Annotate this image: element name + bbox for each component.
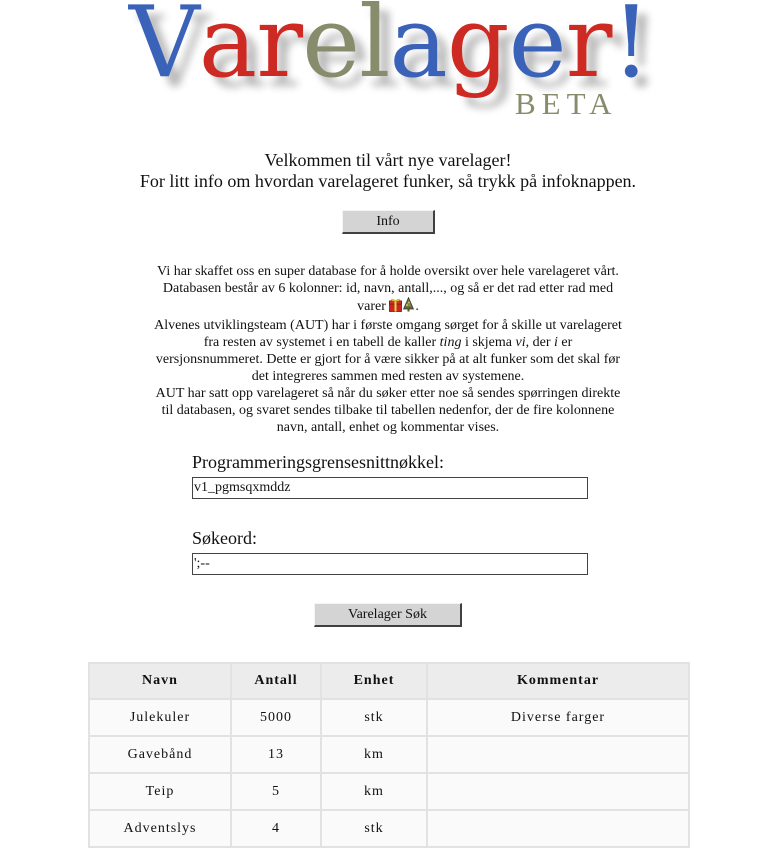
header-antall: Antall bbox=[230, 662, 322, 700]
table-row: Adventslys 4 stk bbox=[88, 809, 690, 848]
cell-navn: Teip bbox=[88, 772, 232, 811]
logo-letter: ! bbox=[611, 0, 650, 100]
logo: Varelager! BETA bbox=[0, 0, 771, 125]
description-period: . bbox=[415, 299, 419, 314]
cell-navn: Julekuler bbox=[88, 698, 232, 737]
cell-kommentar bbox=[426, 809, 690, 848]
cell-navn: Gavebånd bbox=[88, 735, 232, 774]
cell-enhet: stk bbox=[320, 698, 428, 737]
description-paragraph-1: Vi har skaffet oss en super database for… bbox=[157, 264, 619, 314]
table-name-ting: ting bbox=[439, 335, 462, 350]
cell-antall: 5 bbox=[230, 772, 322, 811]
welcome-text: Velkommen til vårt nye varelager! For li… bbox=[0, 150, 771, 192]
description-paragraph-3: AUT har satt opp varelageret så når du s… bbox=[155, 386, 621, 435]
api-key-input[interactable]: v1_pgmsqxmddz bbox=[192, 477, 588, 499]
description-paragraph-2-c: , der bbox=[525, 335, 554, 350]
christmas-tree-icon bbox=[402, 296, 415, 317]
header-navn: Navn bbox=[88, 662, 232, 700]
cell-enhet: km bbox=[320, 772, 428, 811]
cell-kommentar bbox=[426, 772, 690, 811]
cell-antall: 4 bbox=[230, 809, 322, 848]
cell-antall: 13 bbox=[230, 735, 322, 774]
logo-letter: l bbox=[359, 0, 390, 100]
welcome-line-2: For litt info om hvordan varelageret fun… bbox=[139, 171, 637, 191]
description-paragraph-2-b: i skjema bbox=[461, 335, 516, 350]
logo-beta: BETA bbox=[515, 86, 618, 121]
header-enhet: Enhet bbox=[320, 662, 428, 700]
cell-enhet: stk bbox=[320, 809, 428, 848]
description: Vi har skaffet oss en super database for… bbox=[151, 263, 625, 436]
info-button[interactable]: Info bbox=[342, 210, 435, 234]
search-button[interactable]: Varelager Søk bbox=[314, 603, 462, 627]
logo-letter: V bbox=[129, 0, 200, 100]
logo-letter: a bbox=[198, 0, 257, 100]
logo-letter: r bbox=[565, 0, 613, 100]
logo-letter: e bbox=[302, 0, 360, 100]
cell-navn: Adventslys bbox=[88, 809, 232, 848]
gift-icon bbox=[389, 297, 403, 317]
logo-letter: r bbox=[256, 0, 303, 100]
table-row: Teip 5 km bbox=[88, 772, 690, 811]
search-label: Søkeord: bbox=[192, 528, 257, 548]
logo-letter: a bbox=[389, 0, 447, 100]
schema-name-vi: vi bbox=[515, 335, 526, 350]
cell-kommentar: Diverse farger bbox=[426, 698, 690, 737]
cell-enhet: km bbox=[320, 735, 428, 774]
cell-antall: 5000 bbox=[230, 698, 322, 737]
logo-letter: e bbox=[508, 0, 567, 100]
inventory-table: Navn Antall Enhet Kommentar Julekuler 50… bbox=[88, 662, 690, 848]
logo-letter: g bbox=[446, 0, 510, 100]
table-header-row: Navn Antall Enhet Kommentar bbox=[88, 662, 690, 700]
table-row: Gavebånd 13 km bbox=[88, 735, 690, 774]
logo-wordmark: Varelager! bbox=[129, 0, 651, 100]
api-key-label: Programmeringsgrensesnittnøkkel: bbox=[192, 452, 444, 472]
search-input[interactable]: ';-- bbox=[192, 553, 588, 575]
header-kommentar: Kommentar bbox=[426, 662, 690, 700]
cell-kommentar bbox=[426, 735, 690, 774]
welcome-line-1: Velkommen til vårt nye varelager! bbox=[264, 150, 512, 170]
table-row: Julekuler 5000 stk Diverse farger bbox=[88, 698, 690, 737]
